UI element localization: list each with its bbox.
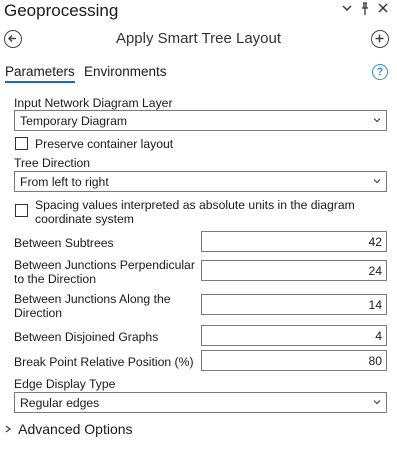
junctions-perpendicular-value: 24 [368,264,382,278]
edge-display-dropdown[interactable]: Regular edges [14,392,387,413]
chevron-right-icon [5,425,12,433]
junctions-along-label: Between Junctions Along the Direction [14,292,171,320]
disjoined-graphs-value: 4 [375,329,382,343]
junctions-perpendicular-label: Between Junctions Perpendicular to the D… [14,258,195,286]
between-subtrees-label: Between Subtrees [14,236,114,250]
tree-direction-value: From left to right [20,175,109,189]
chevron-down-icon[interactable] [340,2,354,18]
add-button[interactable] [371,30,389,48]
between-subtrees-value: 42 [368,235,382,249]
chevron-down-icon [373,179,381,184]
help-icon[interactable]: ? [372,64,388,80]
tree-direction-label: Tree Direction [14,156,91,170]
tab-environments[interactable]: Environments [84,64,167,79]
junctions-along-label-line1: Between Junctions Along the [14,292,171,306]
tool-title: Apply Smart Tree Layout [115,30,282,47]
tool-header: Apply Smart Tree Layout [0,26,397,54]
absolute-units-label-line2: coordinate system [35,212,134,226]
absolute-units-checkbox[interactable] [15,204,28,217]
pin-icon[interactable] [358,2,372,18]
absolute-units-label: Spacing values interpreted as absolute u… [35,198,355,226]
edge-display-label: Edge Display Type [14,377,116,391]
plus-icon [375,34,384,43]
edge-display-value: Regular edges [20,396,100,410]
input-layer-dropdown[interactable]: Temporary Diagram [14,110,387,131]
preserve-container-checkbox[interactable] [15,137,28,150]
junctions-perpendicular-input[interactable]: 24 [201,260,387,281]
advanced-options-label: Advanced Options [18,421,133,437]
junctions-along-input[interactable]: 14 [201,294,387,315]
close-icon[interactable] [376,2,390,18]
input-layer-value: Temporary Diagram [20,114,128,128]
pane-titlebar: Geoprocessing [0,0,397,22]
tab-parameters[interactable]: Parameters [5,64,75,83]
junctions-along-label-line2: Direction [14,306,63,320]
advanced-options-toggle[interactable]: Advanced Options [3,421,133,437]
chevron-down-icon [373,400,381,405]
absolute-units-label-line1: Spacing values interpreted as absolute u… [35,198,355,212]
input-layer-label: Input Network Diagram Layer [14,96,173,110]
junctions-perpendicular-label-line2: to the Direction [14,272,96,286]
break-point-value: 80 [368,354,382,368]
chevron-down-icon [373,118,381,123]
junctions-along-value: 14 [368,298,382,312]
junctions-perpendicular-label-line1: Between Junctions Perpendicular [14,258,195,272]
break-point-input[interactable]: 80 [201,350,387,371]
break-point-label: Break Point Relative Position (%) [14,355,194,369]
disjoined-graphs-input[interactable]: 4 [201,325,387,346]
preserve-container-label: Preserve container layout [35,137,174,151]
between-subtrees-input[interactable]: 42 [201,231,387,252]
pane-title: Geoprocessing [4,1,119,20]
tree-direction-dropdown[interactable]: From left to right [14,171,387,192]
disjoined-graphs-label: Between Disjoined Graphs [14,330,159,344]
tab-strip: Parameters Environments [0,62,397,84]
